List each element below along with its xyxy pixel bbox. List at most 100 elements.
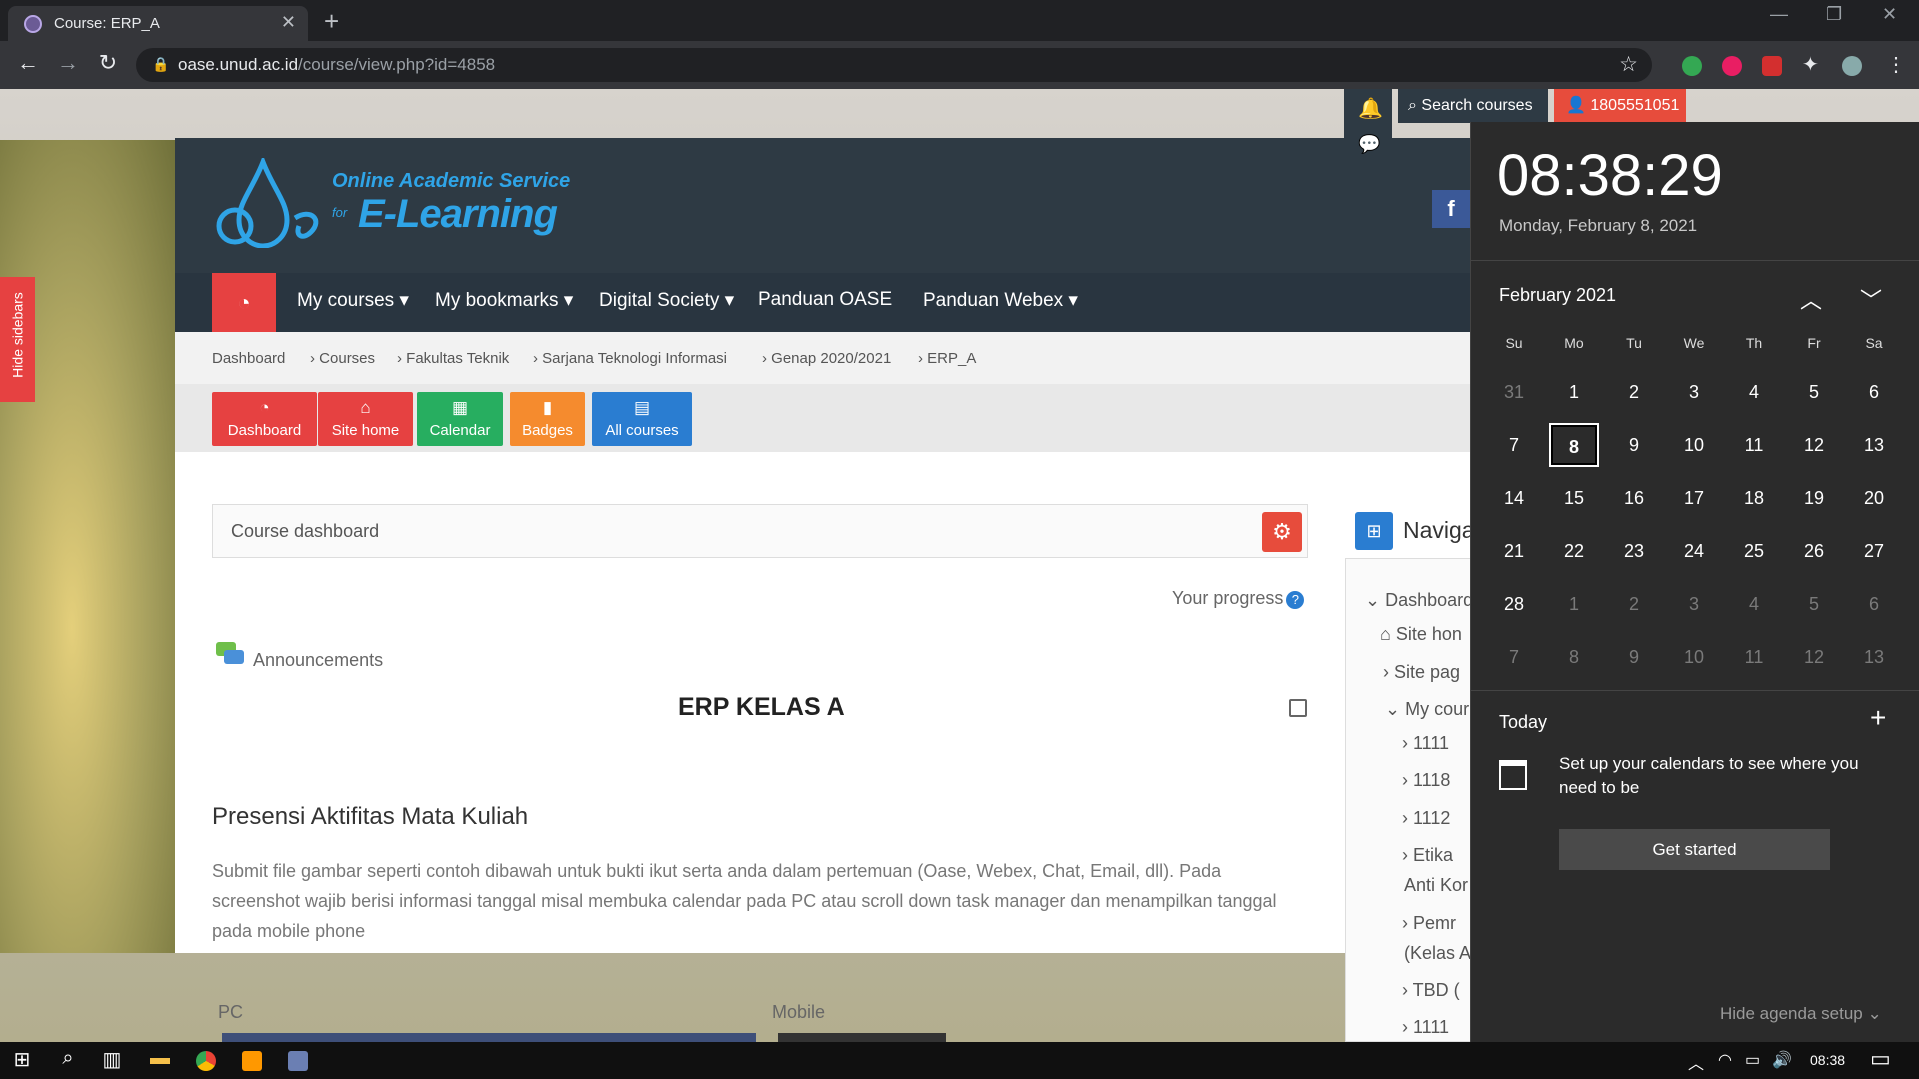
calendar-day[interactable]: 24 <box>1669 529 1719 573</box>
calendar-day[interactable]: 13 <box>1849 423 1899 467</box>
calendar-day[interactable]: 28 <box>1489 582 1539 626</box>
notification-icon[interactable]: ▭ <box>1870 1046 1891 1072</box>
calendar-day[interactable]: 1 <box>1549 582 1599 626</box>
hide-sidebars-button[interactable]: Hide sidebars <box>0 277 35 402</box>
chevron-down-icon[interactable]: ﹀ <box>1860 283 1882 315</box>
calendar-day[interactable]: 19 <box>1789 476 1839 520</box>
extension-icon[interactable] <box>1762 56 1782 76</box>
calendar-day[interactable]: 9 <box>1609 635 1659 679</box>
calendar-day[interactable]: 7 <box>1489 423 1539 467</box>
chevron-up-icon[interactable]: ︿ <box>1688 1050 1704 1074</box>
quicklink-all-courses[interactable]: ▤ All courses <box>592 392 692 446</box>
nav-item[interactable]: › Site pag <box>1383 662 1460 683</box>
gear-icon[interactable]: ⚙ <box>1262 512 1302 552</box>
bell-icon[interactable]: 🔔 <box>1358 96 1383 121</box>
sublime-text-icon[interactable] <box>234 1047 270 1077</box>
calendar-day[interactable]: 27 <box>1849 529 1899 573</box>
add-event-icon[interactable]: + <box>1870 702 1886 734</box>
breadcrumb-item[interactable]: › ERP_A <box>918 350 976 367</box>
calendar-day[interactable]: 2 <box>1609 582 1659 626</box>
nav-item[interactable]: ⌂ Site hon <box>1380 624 1462 645</box>
menu-my-bookmarks[interactable]: My bookmarks ▾ <box>435 289 573 312</box>
calendar-day[interactable]: 21 <box>1489 529 1539 573</box>
help-icon[interactable]: ? <box>1286 591 1305 609</box>
course-dashboard-bar[interactable]: Course dashboard <box>212 504 1308 558</box>
calendar-day[interactable]: 15 <box>1549 476 1599 520</box>
hide-agenda-button[interactable]: Hide agenda setup ⌄ <box>1720 1004 1882 1024</box>
get-started-button[interactable]: Get started <box>1559 829 1830 870</box>
reload-icon[interactable]: ↻ <box>94 50 122 76</box>
close-tab-icon[interactable]: ✕ <box>281 12 296 33</box>
close-window-button[interactable]: ✕ <box>1882 4 1897 25</box>
calendar-day[interactable]: 11 <box>1729 635 1779 679</box>
quicklink-calendar[interactable]: ▦ Calendar <box>417 392 503 446</box>
nav-item[interactable]: › TBD ( <box>1402 980 1460 1001</box>
extension-icon[interactable] <box>1722 56 1742 76</box>
nav-item[interactable]: › Etika <box>1402 845 1453 866</box>
announcements-link[interactable]: Announcements <box>253 650 383 671</box>
calendar-day[interactable]: 14 <box>1489 476 1539 520</box>
nav-item[interactable]: › 1111 <box>1402 1017 1449 1038</box>
calendar-day[interactable]: 8 <box>1549 423 1599 467</box>
quicklink-badges[interactable]: ▮ Badges <box>510 392 585 446</box>
calendar-day[interactable]: 6 <box>1849 582 1899 626</box>
calendar-day[interactable]: 16 <box>1609 476 1659 520</box>
new-tab-button[interactable]: + <box>324 6 339 37</box>
calendar-day[interactable]: 7 <box>1489 635 1539 679</box>
calendar-day[interactable]: 25 <box>1729 529 1779 573</box>
completion-checkbox[interactable] <box>1289 699 1307 717</box>
nav-item[interactable]: (Kelas A <box>1404 943 1471 964</box>
puzzle-extensions-icon[interactable]: ✦ <box>1802 52 1822 76</box>
breadcrumb-item[interactable]: › Courses <box>310 350 375 367</box>
nav-item[interactable]: ⌄ Dashboard <box>1365 590 1473 611</box>
calendar-day[interactable]: 4 <box>1729 370 1779 414</box>
calendar-day[interactable]: 10 <box>1669 423 1719 467</box>
search-icon[interactable]: ⌕ <box>50 1047 86 1070</box>
quicklink-site-home[interactable]: ⌂ Site home <box>318 392 413 446</box>
breadcrumb-item[interactable]: › Genap 2020/2021 <box>762 350 891 367</box>
calendar-day[interactable]: 23 <box>1609 529 1659 573</box>
calendar-day[interactable]: 12 <box>1789 635 1839 679</box>
minimize-button[interactable]: — <box>1770 4 1788 25</box>
calendar-day[interactable]: 11 <box>1729 423 1779 467</box>
menu-panduan-webex[interactable]: Panduan Webex ▾ <box>923 289 1078 312</box>
calendar-day[interactable]: 22 <box>1549 529 1599 573</box>
facebook-icon[interactable]: f <box>1432 190 1470 228</box>
address-bar[interactable]: 🔒 oase.unud.ac.id/course/view.php?id=485… <box>136 48 1652 82</box>
search-courses-button[interactable]: ⌕ Search courses <box>1398 89 1548 123</box>
quicklink-dashboard[interactable]: ◔ Dashboard <box>212 392 317 446</box>
battery-icon[interactable]: ▭ <box>1745 1050 1760 1070</box>
calendar-day[interactable]: 12 <box>1789 423 1839 467</box>
nav-item[interactable]: › 1112 <box>1402 808 1450 829</box>
chrome-icon[interactable] <box>188 1047 224 1077</box>
app-icon[interactable] <box>280 1047 316 1077</box>
breadcrumb-item[interactable]: › Fakultas Teknik <box>397 350 509 367</box>
calendar-day[interactable]: 6 <box>1849 370 1899 414</box>
volume-icon[interactable]: 🔊 <box>1772 1050 1792 1070</box>
calendar-day[interactable]: 10 <box>1669 635 1719 679</box>
kebab-menu-icon[interactable]: ⋮ <box>1886 52 1906 77</box>
back-icon[interactable]: ← <box>14 50 42 76</box>
calendar-day[interactable]: 8 <box>1549 635 1599 679</box>
calendar-month[interactable]: February 2021 <box>1499 285 1616 306</box>
calendar-day[interactable]: 26 <box>1789 529 1839 573</box>
bookmark-star-icon[interactable]: ☆ <box>1619 52 1638 77</box>
task-view-icon[interactable]: ▥ <box>94 1047 130 1072</box>
calendar-day[interactable]: 18 <box>1729 476 1779 520</box>
menu-digital-society[interactable]: Digital Society ▾ <box>599 289 734 312</box>
extension-icon[interactable] <box>1682 56 1702 76</box>
calendar-day[interactable]: 31 <box>1489 370 1539 414</box>
calendar-day[interactable]: 1 <box>1549 370 1599 414</box>
nav-item[interactable]: Anti Kor <box>1404 875 1468 896</box>
calendar-day[interactable]: 9 <box>1609 423 1659 467</box>
calendar-day[interactable]: 4 <box>1729 582 1779 626</box>
wifi-icon[interactable]: ◠ <box>1718 1050 1732 1070</box>
windows-start-icon[interactable]: ⊞ <box>4 1047 40 1072</box>
profile-avatar[interactable] <box>1842 56 1862 76</box>
breadcrumb-item[interactable]: › Sarjana Teknologi Informasi <box>533 350 727 367</box>
restore-button[interactable]: ❐ <box>1826 4 1842 25</box>
forward-icon[interactable]: → <box>54 50 82 76</box>
chat-icon[interactable]: 💬 <box>1358 134 1380 155</box>
calendar-day[interactable]: 13 <box>1849 635 1899 679</box>
user-menu-button[interactable]: 👤 1805551051 <box>1554 89 1686 123</box>
